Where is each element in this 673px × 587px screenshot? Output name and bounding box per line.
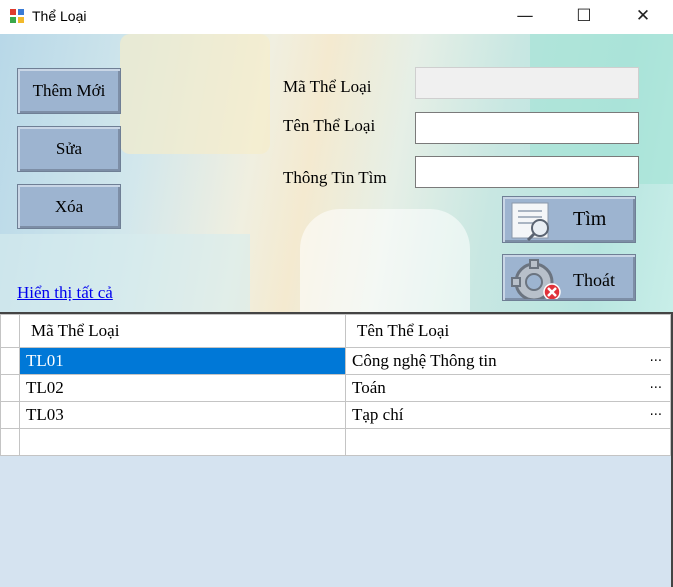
row-header[interactable] xyxy=(0,374,20,402)
cell-id[interactable]: TL01 xyxy=(19,347,346,375)
document-magnifier-icon xyxy=(511,202,549,241)
add-button[interactable]: Thêm Mới xyxy=(17,68,121,114)
gear-close-icon xyxy=(511,259,561,299)
category-name-field[interactable] xyxy=(415,112,639,144)
row-header[interactable] xyxy=(0,401,20,429)
edit-button[interactable]: Sửa xyxy=(17,126,121,172)
form-icon xyxy=(10,9,24,23)
category-grid[interactable]: Mã Thể Loại Tên Thể Loại TL01 Công nghệ … xyxy=(0,312,673,587)
table-header-row: Mã Thể Loại Tên Thể Loại xyxy=(0,314,671,348)
column-header-name[interactable]: Tên Thể Loại xyxy=(345,314,671,348)
cell-name[interactable]: Toán... xyxy=(345,374,671,402)
cell-name[interactable] xyxy=(345,428,671,456)
cell-id[interactable]: TL02 xyxy=(19,374,346,402)
delete-button[interactable]: Xóa xyxy=(17,184,121,229)
search-button-label: Tìm xyxy=(573,208,607,230)
cell-name[interactable]: Công nghệ Thông tin... xyxy=(345,347,671,375)
table-new-row[interactable] xyxy=(0,428,671,456)
cell-ellipsis: ... xyxy=(649,350,662,365)
maximize-button[interactable]: ☐ xyxy=(555,0,613,34)
category-table: Mã Thể Loại Tên Thể Loại TL01 Công nghệ … xyxy=(0,314,671,456)
cell-id[interactable] xyxy=(19,428,346,456)
cell-name-text: Tạp chí xyxy=(352,405,404,424)
exit-button[interactable]: Thoát xyxy=(502,254,636,301)
search-info-label: Thông Tin Tìm xyxy=(283,168,387,187)
table-row[interactable]: TL01 Công nghệ Thông tin... xyxy=(0,347,671,375)
search-button[interactable]: Tìm xyxy=(502,196,636,243)
minimize-button[interactable]: — xyxy=(496,0,554,34)
table-row[interactable]: TL03 Tạp chí... xyxy=(0,401,671,429)
table-row[interactable]: TL02 Toán... xyxy=(0,374,671,402)
cell-id[interactable]: TL03 xyxy=(19,401,346,429)
category-name-label: Tên Thể Loại xyxy=(283,116,376,135)
category-id-label: Mã Thể Loại xyxy=(283,77,372,96)
exit-button-label: Thoát xyxy=(573,270,615,290)
cell-ellipsis: ... xyxy=(649,404,662,419)
cell-name[interactable]: Tạp chí... xyxy=(345,401,671,429)
cell-ellipsis: ... xyxy=(649,377,662,392)
show-all-link[interactable]: Hiển thị tất cả xyxy=(17,283,113,303)
cell-name-text: Công nghệ Thông tin xyxy=(352,351,497,370)
title-bar: Thể Loại — ☐ ✕ xyxy=(0,0,673,34)
background-art xyxy=(120,34,270,154)
background-art xyxy=(300,209,470,312)
column-header-id[interactable]: Mã Thể Loại xyxy=(19,314,346,348)
search-info-field[interactable] xyxy=(415,156,639,188)
row-header[interactable] xyxy=(0,428,20,456)
cell-name-text: Toán xyxy=(352,378,386,397)
row-header-corner xyxy=(0,314,20,348)
close-button[interactable]: ✕ xyxy=(614,0,672,34)
row-header[interactable] xyxy=(0,347,20,375)
window-title: Thể Loại xyxy=(32,8,87,24)
category-id-field[interactable] xyxy=(415,67,639,99)
